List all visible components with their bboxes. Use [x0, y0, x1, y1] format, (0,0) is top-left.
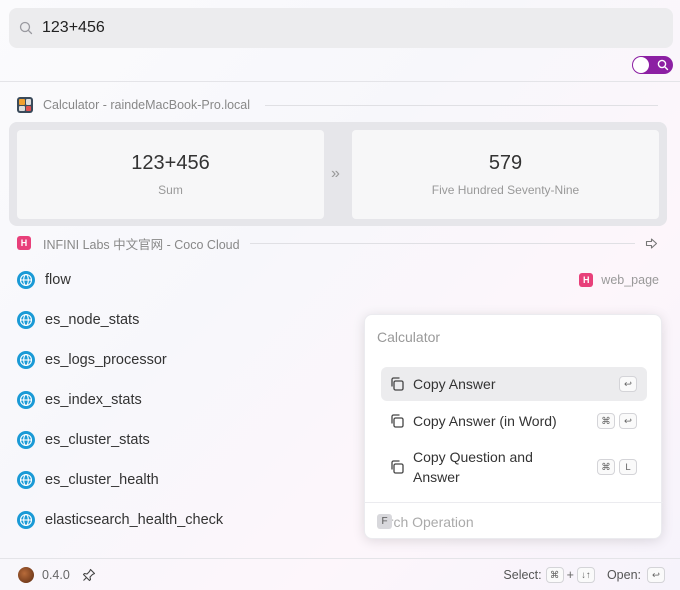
calculator-section-header: Calculator - raindeMacBook-Pro.local [17, 96, 250, 114]
key-arrows: ↓↑ [576, 567, 595, 583]
copy-answer-action[interactable]: Copy Answer ↩ [381, 367, 647, 401]
result-title: elasticsearch_health_check [45, 512, 224, 528]
globe-icon [17, 431, 35, 449]
calculator-answer: 579 [488, 152, 523, 174]
toggle-knob [633, 57, 649, 73]
coco-cloud-icon: H [17, 236, 31, 250]
calculator-answer-box: 579 Five Hundred Seventy-Nine [352, 130, 659, 219]
result-title: es_node_stats [45, 312, 140, 328]
key-l: L [619, 459, 637, 475]
list-item[interactable]: flow H web_page [17, 268, 667, 292]
result-title: es_index_stats [45, 392, 142, 408]
copy-question-and-answer-action[interactable]: Copy Question and Answer ⌘ L [381, 445, 647, 489]
search-input[interactable] [42, 19, 642, 37]
key-command: ⌘ [545, 567, 564, 583]
globe-icon [17, 271, 35, 289]
shortcut-keys: ⌘ L [597, 459, 637, 475]
result-title: es_cluster_health [45, 472, 159, 488]
key-return: ↩ [647, 567, 665, 583]
key-command: ⌘ [597, 413, 615, 429]
shortcut-keys: ⌘ ↩ [597, 413, 637, 429]
version-label: 0.4.0 [42, 568, 70, 582]
select-label: Select: [503, 568, 542, 582]
plus-sign: + [566, 568, 574, 582]
divider [0, 81, 680, 82]
popup-divider [365, 502, 663, 503]
result-type-label: web_page [601, 273, 659, 287]
arrow-right-icon[interactable] [645, 237, 658, 250]
double-chevron-icon: » [331, 165, 340, 182]
result-title: flow [45, 272, 71, 288]
coco-app-window: Calculator - raindeMacBook-Pro.local 123… [0, 0, 680, 590]
section-title: Calculator - raindeMacBook-Pro.local [43, 98, 251, 112]
calculator-answer-words: Five Hundred Seventy-Nine [431, 183, 580, 197]
copy-icon [391, 377, 404, 391]
action-label: Copy Question and Answer [413, 449, 533, 485]
calculator-result-panel[interactable]: 123+456 Sum » 579 Five Hundred Seventy-N… [9, 122, 667, 226]
open-label: Open: [606, 568, 641, 582]
action-label: Copy Answer [413, 376, 496, 392]
popup-heading: Calculator [377, 329, 441, 345]
search-operation-input[interactable]: arch Operation F [377, 514, 474, 530]
footer: 0.4.0 Select: ⌘ + ↓↑ Open: ↩ [0, 558, 680, 590]
key-command: ⌘ [597, 459, 615, 475]
search-mode-toggle[interactable] [632, 56, 673, 74]
search-icon [19, 21, 33, 35]
copy-icon [391, 460, 404, 474]
globe-icon [17, 311, 35, 329]
globe-icon [17, 511, 35, 529]
shortcut-keys: ↩ [619, 376, 637, 392]
pin-icon[interactable] [82, 568, 96, 582]
globe-icon [17, 471, 35, 489]
footer-shortcuts: Select: ⌘ + ↓↑ Open: ↩ [503, 567, 665, 583]
copy-icon [391, 414, 404, 428]
action-popup: Calculator Copy Answer ↩ Copy Answer (in… [364, 314, 663, 539]
key-return: ↩ [619, 413, 637, 429]
calculator-operation-label: Sum [158, 183, 183, 197]
copy-answer-in-word-action[interactable]: Copy Answer (in Word) ⌘ ↩ [381, 404, 647, 438]
shortcut-f-badge: F [377, 514, 392, 529]
coco-section-header: H INFINI Labs 中文官网 - Coco Cloud [17, 234, 240, 252]
result-title: es_logs_processor [45, 352, 167, 368]
coco-cloud-icon: H [579, 273, 594, 287]
globe-icon [17, 351, 35, 369]
section-title: INFINI Labs 中文官网 - Coco Cloud [43, 237, 240, 252]
calculator-icon [17, 97, 33, 113]
action-label: Copy Answer (in Word) [413, 413, 557, 429]
footer-left: 0.4.0 [18, 567, 96, 583]
result-title: es_cluster_stats [45, 432, 150, 448]
calculator-question-box: 123+456 Sum [17, 130, 324, 219]
globe-icon [17, 391, 35, 409]
search-bar[interactable] [9, 8, 673, 48]
search-icon [657, 59, 669, 71]
calculator-question: 123+456 [131, 152, 210, 174]
key-return: ↩ [619, 376, 637, 392]
result-type: H web_page [579, 273, 659, 287]
coco-logo-icon[interactable] [18, 567, 34, 583]
section-divider [250, 243, 635, 244]
section-divider [265, 105, 658, 106]
